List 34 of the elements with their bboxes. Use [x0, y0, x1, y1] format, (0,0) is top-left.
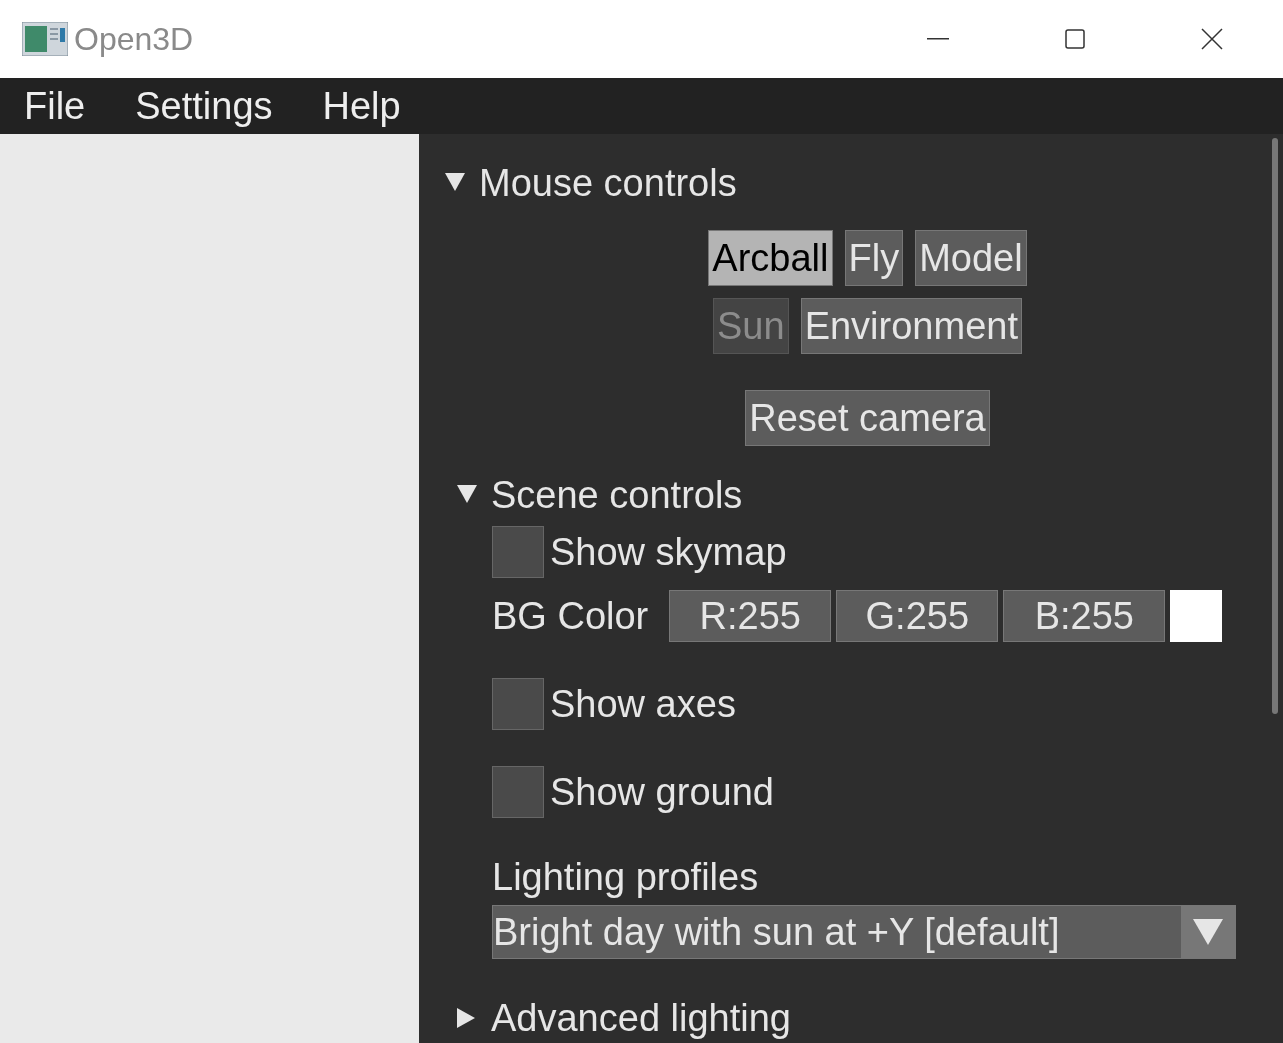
- checkbox[interactable]: [492, 766, 544, 818]
- checkbox-label: Show ground: [550, 770, 774, 814]
- section-title: Scene controls: [491, 473, 743, 517]
- window-title: Open3D: [74, 20, 194, 58]
- color-swatch[interactable]: [1170, 590, 1223, 642]
- disclosure-triangle-icon[interactable]: [457, 485, 477, 505]
- mode-button[interactable]: Model: [915, 230, 1027, 286]
- checkbox[interactable]: [492, 526, 544, 578]
- reset-camera-button[interactable]: Reset camera: [745, 390, 990, 446]
- scrollbar-thumb[interactable]: [1272, 138, 1278, 714]
- field-label: Lighting profiles: [492, 856, 760, 899]
- disclosure-triangle-icon[interactable]: [445, 173, 465, 193]
- field-label: BG Color: [492, 594, 649, 638]
- minimize-icon[interactable]: [927, 38, 949, 40]
- close-icon[interactable]: [1201, 28, 1223, 50]
- number-field[interactable]: B:255: [1003, 590, 1166, 642]
- mode-button[interactable]: Environment: [800, 298, 1022, 354]
- checkbox-label: Show axes: [550, 682, 736, 726]
- dropdown[interactable]: Bright day with sun at +Y [default]: [492, 905, 1236, 959]
- dropdown-arrow-icon: [1193, 919, 1223, 945]
- disclosure-triangle-icon[interactable]: [457, 1008, 477, 1028]
- menu-item[interactable]: File: [24, 84, 86, 128]
- menu-item[interactable]: Settings: [135, 84, 273, 128]
- checkbox-label: Show skymap: [550, 530, 787, 574]
- checkbox[interactable]: [492, 678, 544, 730]
- mode-button[interactable]: Arcball: [708, 230, 833, 286]
- menu-item[interactable]: Help: [322, 84, 401, 128]
- app-icon: [22, 22, 68, 56]
- number-field[interactable]: G:255: [836, 590, 999, 642]
- section-title: Advanced lighting: [491, 996, 791, 1040]
- maximize-icon[interactable]: [1065, 29, 1085, 49]
- number-field[interactable]: R:255: [669, 590, 832, 642]
- section-title: Mouse controls: [479, 161, 737, 205]
- mode-button[interactable]: Fly: [844, 230, 904, 286]
